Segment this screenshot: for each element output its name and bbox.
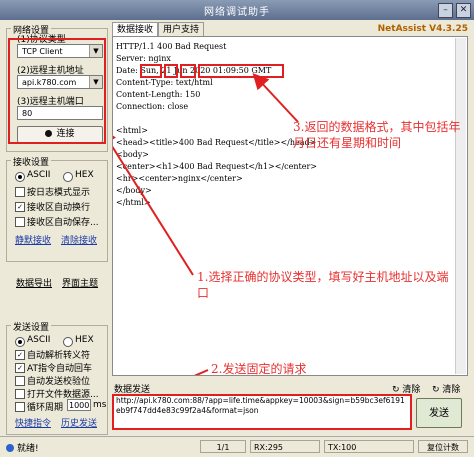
loop-period-input[interactable]: 1000	[67, 399, 91, 411]
status-tx: TX:100	[324, 440, 414, 453]
send-settings-group: 发送设置 ASCII HEX ✓ 自动解析转义符 ✓ AT指令自动回车 自动发送…	[6, 320, 108, 435]
status-ready: 就绪!	[6, 441, 39, 454]
send-hex-radio[interactable]	[63, 337, 73, 347]
at-cr-checkbox[interactable]: ✓	[15, 363, 25, 373]
log-mode-checkbox[interactable]	[15, 187, 25, 197]
tab-user-support[interactable]: 用户支持	[158, 22, 205, 37]
status-rx: RX:295	[250, 440, 320, 453]
send-settings-title: 发送设置	[11, 320, 52, 333]
auto-wrap-label: 接收区自动换行	[27, 203, 91, 213]
annotation-arrows	[113, 73, 299, 375]
close-icon[interactable]: ✕	[456, 3, 471, 18]
log-mode-label: 按日志模式显示	[27, 188, 91, 198]
auto-checksum-label: 自动发送校验位	[27, 377, 91, 387]
send-ascii-radio[interactable]	[15, 337, 25, 347]
brand-label: NetAssist V4.3.25	[377, 24, 468, 34]
recv-hex-label: HEX	[75, 170, 94, 180]
loop-label: 循环周期	[27, 403, 64, 413]
status-page: 1/1	[200, 440, 246, 453]
recv-settings-title: 接收设置	[11, 155, 52, 168]
recv-settings-group: 接收设置 ASCII HEX 按日志模式显示 ✓ 接收区自动换行 接收区自动保存…	[6, 155, 108, 262]
quick-cmd-link[interactable]: 快捷指令	[15, 416, 51, 429]
left-panel: 网络设置 (1)协议类型 TCP Client ▼ (2)远程主机地址 api.…	[4, 21, 110, 435]
minimize-icon[interactable]: –	[438, 3, 453, 18]
open-file-checkbox[interactable]	[15, 389, 25, 399]
recv-ascii-radio[interactable]	[15, 172, 25, 182]
mute-recv-link[interactable]: 静默接收	[15, 233, 51, 246]
tab-data-recv[interactable]: 数据接收	[112, 22, 159, 37]
loop-checkbox[interactable]	[15, 402, 25, 412]
send-bar: 数据发送 ↻ 清除 ↻ 清除	[112, 380, 468, 395]
send-hex-label: HEX	[75, 335, 94, 345]
save-file-label: 接收区自动保存...	[27, 218, 99, 228]
at-cr-label: AT指令自动回车	[27, 364, 92, 374]
recv-area[interactable]: HTTP/1.1 400 Bad Request Server: nginx D…	[112, 36, 468, 376]
title-bar: 网络调试助手 – ✕	[0, 0, 474, 20]
auto-escape-label: 自动解析转义符	[27, 351, 91, 361]
export-link[interactable]: 数据导出	[16, 276, 52, 289]
clear-send-2[interactable]: ↻ 清除	[432, 382, 460, 395]
recv-ascii-label: ASCII	[27, 170, 51, 180]
highlight-box-net	[8, 38, 106, 144]
theme-link[interactable]: 界面主题	[62, 276, 98, 289]
annotation-2: 2.发送固定的请求	[211, 362, 307, 376]
recv-hex-radio[interactable]	[63, 172, 73, 182]
auto-checksum-checkbox[interactable]	[15, 376, 25, 386]
app-window: 网络调试助手 – ✕ 网络设置 (1)协议类型 TCP Client ▼ (2)…	[0, 0, 474, 457]
send-ascii-label: ASCII	[27, 335, 51, 345]
info-icon	[6, 444, 14, 452]
window-title: 网络调试助手	[204, 7, 270, 18]
reset-count-button[interactable]: 复位计数	[418, 440, 468, 453]
annotation-1: 1.选择正确的协议类型，填写好主机地址以及端口	[197, 270, 449, 300]
save-file-checkbox[interactable]	[15, 217, 25, 227]
auto-wrap-checkbox[interactable]: ✓	[15, 202, 25, 212]
arrow-2	[193, 369, 209, 375]
send-button[interactable]: 发送	[416, 398, 462, 428]
clear-recv-link[interactable]: 清除接收	[61, 233, 97, 246]
history-link[interactable]: 历史发送	[61, 416, 97, 429]
loop-unit: ms	[93, 400, 107, 410]
highlight-box-send	[112, 394, 412, 430]
annotation-3: 3.返回的数据格式，其中包括年月日还有星期和时间	[293, 120, 461, 150]
arrow-1	[113, 128, 194, 276]
auto-escape-checkbox[interactable]: ✓	[15, 350, 25, 360]
status-bar: 就绪! 1/1 RX:295 TX:100 复位计数	[0, 436, 474, 457]
clear-send-label-2: 清除	[442, 385, 461, 395]
arrow-3	[252, 73, 299, 123]
status-ready-text: 就绪!	[17, 444, 39, 454]
